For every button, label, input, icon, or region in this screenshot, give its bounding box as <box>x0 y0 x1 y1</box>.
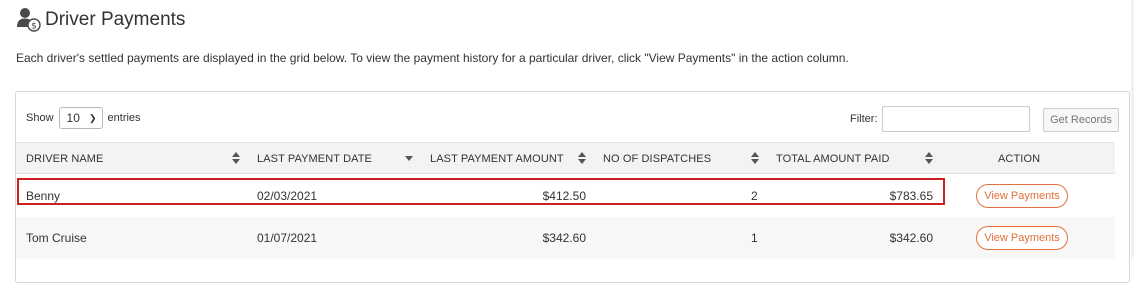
view-payments-button[interactable]: View Payments <box>976 226 1068 250</box>
sort-both-icon[interactable] <box>925 150 933 166</box>
payments-grid-panel: Show 10 ❯ entries Filter: Get Records DR… <box>15 91 1130 283</box>
column-header-last-payment-amount[interactable]: LAST PAYMENT AMOUNT <box>430 153 564 165</box>
page-title: Driver Payments <box>45 8 186 30</box>
column-header-last-payment-date[interactable]: LAST PAYMENT DATE <box>257 153 372 165</box>
last-payment-amount-cell: $342.60 <box>542 231 586 245</box>
driver-name-cell: Tom Cruise <box>26 231 87 245</box>
driver-name-cell: Benny <box>26 189 61 203</box>
sort-both-icon[interactable] <box>578 150 586 166</box>
entries-select[interactable]: 10 ❯ <box>58 107 103 129</box>
show-label: Show <box>26 112 54 124</box>
sort-both-icon[interactable] <box>751 150 759 166</box>
filter-label: Filter: <box>850 113 878 125</box>
last-payment-date-cell: 02/03/2021 <box>257 189 318 203</box>
sort-desc-icon[interactable] <box>405 150 413 166</box>
column-header-driver-name[interactable]: DRIVER NAME <box>26 153 104 165</box>
get-records-button[interactable]: Get Records <box>1043 108 1119 132</box>
total-paid-cell: $783.65 <box>889 189 933 203</box>
page-description: Each driver's settled payments are displ… <box>16 51 849 65</box>
last-payment-date-cell: 01/07/2021 <box>257 231 318 245</box>
entries-value: 10 <box>66 111 80 125</box>
table-header: DRIVER NAME LAST PAYMENT DATE LAST PAYME… <box>16 142 1115 174</box>
last-payment-amount-cell: $412.50 <box>542 189 586 203</box>
column-header-total-amount-paid[interactable]: TOTAL AMOUNT PAID <box>776 153 890 165</box>
total-paid-cell: $342.60 <box>889 231 933 245</box>
column-header-no-of-dispatches[interactable]: NO OF DISPATCHES <box>603 153 711 165</box>
filter-input[interactable] <box>882 106 1030 132</box>
column-header-action: ACTION <box>998 153 1041 165</box>
view-payments-button[interactable]: View Payments <box>976 184 1068 208</box>
entries-label: entries <box>107 112 141 124</box>
sort-both-icon[interactable] <box>232 150 240 166</box>
table-row: Benny 02/03/2021 $412.50 2 $783.65 View … <box>16 175 1115 217</box>
dispatches-cell: 1 <box>751 231 758 245</box>
page-header: $ Driver Payments <box>16 6 185 32</box>
dispatches-cell: 2 <box>751 189 758 203</box>
entries-control: Show 10 ❯ entries <box>26 107 141 129</box>
svg-text:$: $ <box>31 22 37 32</box>
table-row: Tom Cruise 01/07/2021 $342.60 1 $342.60 … <box>16 217 1115 259</box>
chevron-down-icon: ❯ <box>88 112 97 123</box>
driver-payment-icon: $ <box>16 6 42 32</box>
